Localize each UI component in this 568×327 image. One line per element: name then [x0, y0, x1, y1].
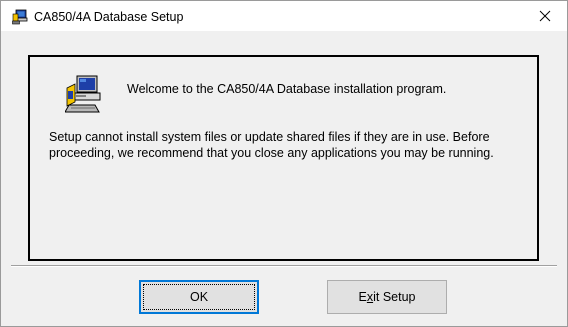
close-button[interactable] — [522, 1, 567, 31]
setup-computer-icon — [12, 9, 28, 25]
welcome-panel: Welcome to the CA850/4A Database install… — [28, 55, 539, 261]
close-icon — [539, 10, 550, 22]
setup-dialog: CA850/4A Database Setup Welcome to the C… — [0, 0, 568, 327]
separator — [11, 265, 557, 267]
ok-button-label: OK — [189, 290, 209, 304]
setup-computer-icon — [65, 75, 101, 113]
welcome-text: Welcome to the CA850/4A Database install… — [127, 82, 447, 96]
setup-warning-text: Setup cannot install system files or upd… — [49, 130, 494, 160]
title-bar[interactable]: CA850/4A Database Setup — [1, 1, 567, 31]
exit-setup-label: Exit Setup — [358, 290, 416, 304]
ok-button[interactable]: OK — [139, 280, 259, 314]
exit-setup-button[interactable]: Exit Setup — [327, 280, 447, 314]
window-title: CA850/4A Database Setup — [34, 10, 184, 24]
